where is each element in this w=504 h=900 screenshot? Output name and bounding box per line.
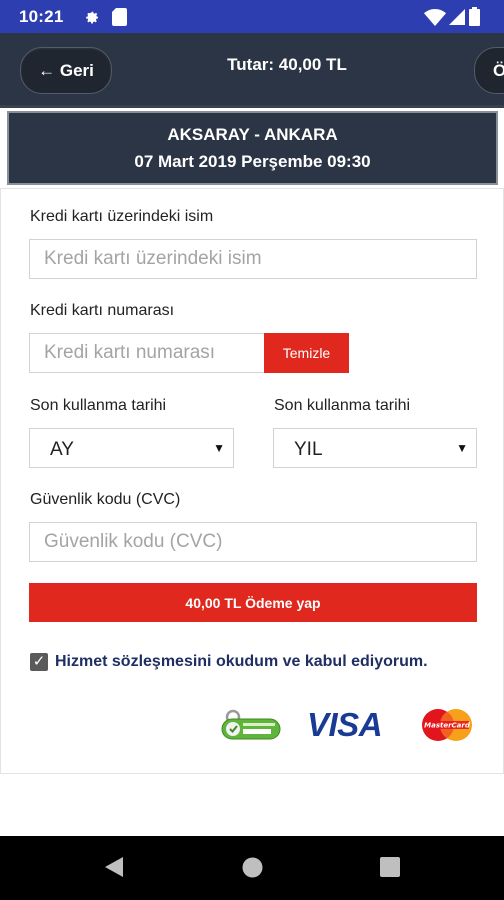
pay-button[interactable]: 40,00 TL Ödeme yap — [29, 583, 477, 622]
system-nav-bar — [0, 836, 504, 900]
mastercard-logo-icon: MasterCard — [421, 708, 473, 742]
trip-date: 07 Mart 2019 Perşembe 09:30 — [134, 152, 371, 171]
agreement-checkbox[interactable]: ✓ — [30, 653, 48, 671]
clear-button[interactable]: Temizle — [264, 333, 349, 373]
card-number-label: Kredi kartı numarası — [30, 302, 175, 319]
wifi-icon — [424, 9, 446, 31]
next-button[interactable]: Ö — [474, 47, 504, 94]
expiry-month-select[interactable]: AY ▼ — [29, 428, 234, 468]
status-bar: 10:21 — [0, 0, 504, 33]
status-time: 10:21 — [19, 7, 64, 26]
card-name-label: Kredi kartı üzerindeki isim — [30, 208, 214, 225]
app-header: ← Geri Tutar: 40,00 TL Ö — [0, 33, 504, 108]
nav-home-icon[interactable] — [242, 857, 263, 883]
card-name-input[interactable]: Kredi kartı üzerindeki isim — [29, 239, 477, 279]
svg-text:MasterCard: MasterCard — [424, 722, 471, 730]
visa-logo: VISA — [307, 706, 383, 743]
secure-logo-icon — [221, 708, 281, 742]
cvc-label: Güvenlik kodu (CVC) — [30, 491, 181, 508]
trip-info-panel: AKSARAY - ANKARA 07 Mart 2019 Perşembe 0… — [7, 111, 498, 185]
expiry-year-label: Son kullanma tarihi — [274, 397, 411, 414]
agreement-text: Hizmet sözleşmesini okudum ve kabul ediy… — [55, 653, 428, 670]
dropdown-arrow-icon: ▼ — [456, 441, 468, 455]
signal-icon — [449, 9, 465, 30]
sd-card-icon — [112, 8, 127, 31]
expiry-year-value: YIL — [294, 439, 323, 460]
nav-recents-icon[interactable] — [380, 857, 400, 882]
settings-icon — [83, 8, 101, 31]
expiry-year-select[interactable]: YIL ▼ — [273, 428, 477, 468]
dropdown-arrow-icon: ▼ — [213, 441, 225, 455]
cvc-input[interactable]: Güvenlik kodu (CVC) — [29, 522, 477, 562]
nav-back-icon[interactable] — [104, 856, 124, 883]
trip-route: AKSARAY - ANKARA — [167, 125, 338, 144]
card-number-input[interactable]: Kredi kartı numarası — [29, 333, 265, 373]
battery-icon — [469, 7, 480, 31]
expiry-month-value: AY — [50, 439, 74, 460]
expiry-month-label: Son kullanma tarihi — [30, 397, 167, 414]
agreement-row: ✓ Hizmet sözleşmesini okudum ve kabul ed… — [30, 651, 428, 673]
header-title: Tutar: 40,00 TL — [227, 55, 347, 74]
